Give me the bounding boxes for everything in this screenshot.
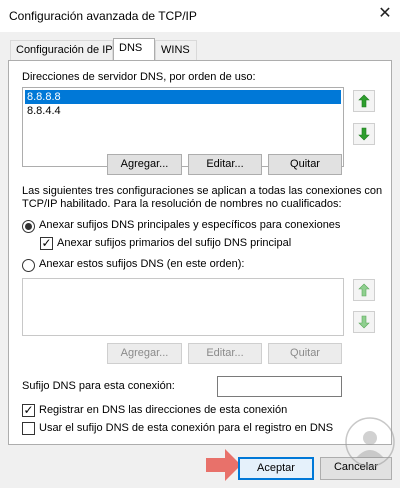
checkbox-register-dns[interactable]: ✓ bbox=[22, 404, 35, 417]
checkbox-register-dns-label: Registrar en DNS las direcciones de esta… bbox=[39, 404, 288, 416]
checkbox-parent-suffixes[interactable]: ✓ bbox=[40, 237, 53, 250]
dns-edit-button[interactable]: Editar... bbox=[188, 154, 262, 175]
accept-button[interactable]: Aceptar bbox=[238, 457, 314, 480]
info-text-line1: Las siguientes tres configuraciones se a… bbox=[22, 185, 383, 197]
arrow-down-icon bbox=[358, 127, 370, 141]
list-item[interactable]: 8.8.4.4 bbox=[25, 104, 341, 118]
dns-add-button[interactable]: Agregar... bbox=[107, 154, 182, 175]
watermark-logo-icon bbox=[345, 417, 395, 467]
suffix-move-up-button[interactable] bbox=[353, 279, 375, 301]
move-down-button[interactable] bbox=[353, 123, 375, 145]
suffix-add-button[interactable]: Agregar... bbox=[107, 343, 182, 364]
dns-servers-label: Direcciones de servidor DNS, por orden d… bbox=[22, 71, 256, 83]
connection-suffix-label: Sufijo DNS para esta conexión: bbox=[22, 380, 175, 392]
suffix-edit-button[interactable]: Editar... bbox=[188, 343, 262, 364]
suffix-remove-button[interactable]: Quitar bbox=[268, 343, 342, 364]
checkbox-use-suffix-label: Usar el sufijo DNS de esta conexión para… bbox=[39, 422, 334, 434]
radio-these-suffixes[interactable] bbox=[22, 259, 35, 272]
connection-suffix-input[interactable] bbox=[217, 376, 342, 397]
radio-primary-suffixes[interactable] bbox=[22, 220, 35, 233]
move-up-button[interactable] bbox=[353, 90, 375, 112]
checkbox-parent-suffixes-label: Anexar sufijos primarios del sufijo DNS … bbox=[57, 237, 292, 249]
info-text-line2: TCP/IP habilitado. Para la resolución de… bbox=[22, 198, 342, 210]
radio-primary-suffixes-label: Anexar sufijos DNS principales y específ… bbox=[39, 219, 341, 231]
dns-suffix-list[interactable] bbox=[22, 278, 344, 336]
dns-remove-button[interactable]: Quitar bbox=[268, 154, 342, 175]
dns-content: Direcciones de servidor DNS, por orden d… bbox=[0, 0, 400, 488]
checkbox-use-suffix[interactable] bbox=[22, 422, 35, 435]
arrow-down-icon bbox=[358, 315, 370, 329]
list-item[interactable]: 8.8.8.8 bbox=[25, 90, 341, 104]
suffix-move-down-button[interactable] bbox=[353, 311, 375, 333]
radio-these-suffixes-label: Anexar estos sufijos DNS (en este orden)… bbox=[39, 258, 245, 270]
arrow-up-icon bbox=[358, 94, 370, 108]
arrow-up-icon bbox=[358, 283, 370, 297]
